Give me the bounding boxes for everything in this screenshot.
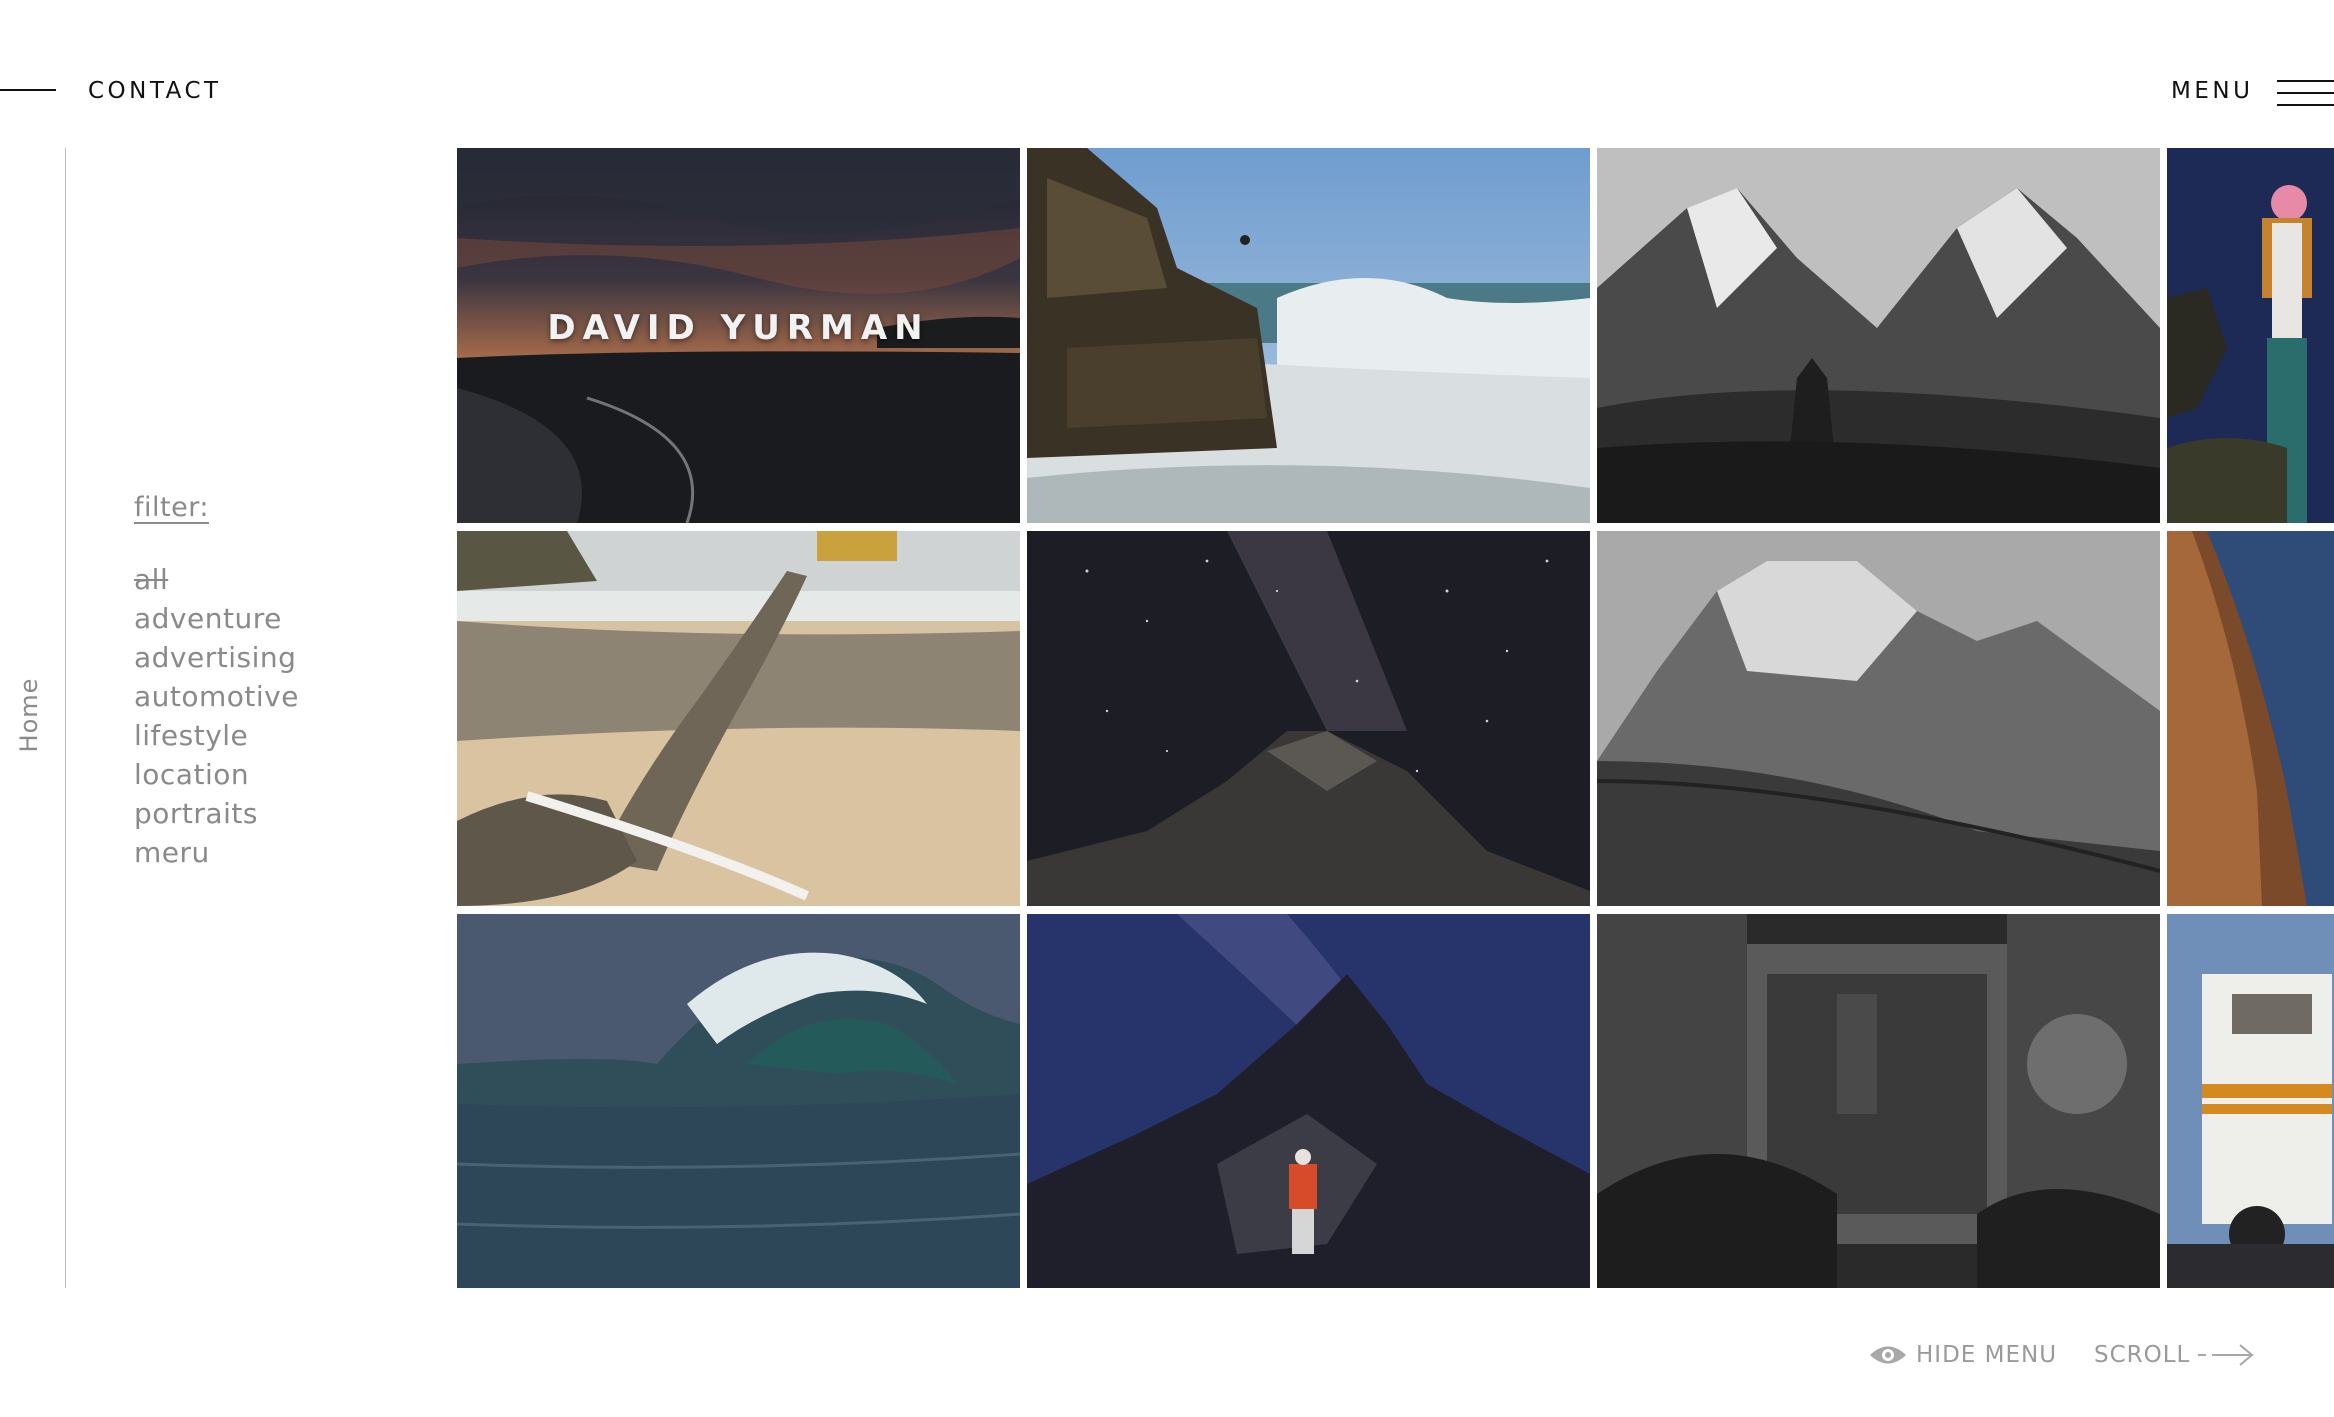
scroll-label: SCROLL xyxy=(2094,1342,2191,1368)
contact-rule xyxy=(0,89,56,91)
hamburger-icon[interactable] xyxy=(2277,80,2334,107)
photo-grid: DAVID YURMAN xyxy=(457,148,2334,1288)
arrow-right-icon xyxy=(2198,1344,2254,1366)
filter-all[interactable]: all xyxy=(134,560,299,599)
filter-list: all adventure advertising automotive lif… xyxy=(134,560,299,872)
filter-heading[interactable]: filter: xyxy=(134,492,209,523)
sidebar-rule xyxy=(65,148,66,1288)
tile-title-overlay: DAVID YURMAN xyxy=(547,308,930,348)
tile-monastery-monks-bw[interactable] xyxy=(1597,914,2160,1288)
filter-adventure[interactable]: adventure xyxy=(134,599,299,638)
tile-himalaya-stupa-bw[interactable] xyxy=(1597,148,2160,523)
filter-lifestyle[interactable]: lifestyle xyxy=(134,716,299,755)
filter-meru[interactable]: meru xyxy=(134,833,299,872)
home-link[interactable]: Home xyxy=(15,678,43,753)
tile-curling-wave[interactable] xyxy=(457,914,1020,1288)
tile-sunset-beach-surfers[interactable]: DAVID YURMAN xyxy=(457,148,1020,523)
menu-button[interactable]: MENU xyxy=(2171,78,2253,104)
eye-icon xyxy=(1870,1346,1906,1364)
hide-menu-button[interactable]: HIDE MENU xyxy=(1868,1340,2057,1370)
tile-portrait-pink-beanie[interactable] xyxy=(2167,148,2334,523)
tile-surfer-cliff-wave[interactable] xyxy=(1027,148,1590,523)
tile-driftwood-beach[interactable] xyxy=(457,531,1020,906)
contact-link[interactable]: CONTACT xyxy=(88,78,222,104)
tile-climber-night-summit[interactable] xyxy=(1027,914,1590,1288)
filter-advertising[interactable]: advertising xyxy=(134,638,299,677)
filter-automotive[interactable]: automotive xyxy=(134,677,299,716)
filter-location[interactable]: location xyxy=(134,755,299,794)
tile-vintage-camper[interactable] xyxy=(2167,914,2334,1288)
hide-menu-label: HIDE MENU xyxy=(1916,1342,2058,1368)
filter-portraits[interactable]: portraits xyxy=(134,794,299,833)
scroll-button[interactable]: SCROLL xyxy=(2094,1340,2256,1370)
tile-mountain-trekkers-bw[interactable] xyxy=(1597,531,2160,906)
tile-milky-way-peak[interactable] xyxy=(1027,531,1590,906)
tile-red-rock-twilight[interactable] xyxy=(2167,531,2334,906)
